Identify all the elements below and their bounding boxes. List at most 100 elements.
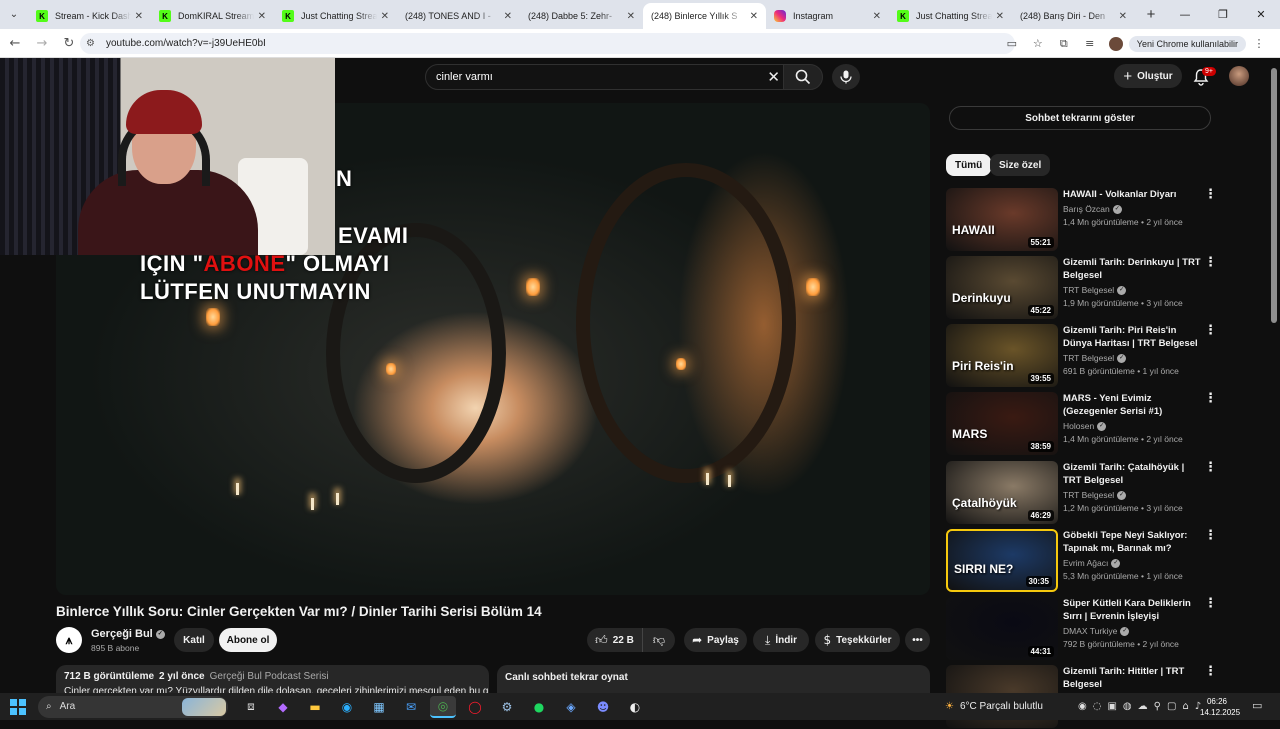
more-options-icon[interactable]: ⋮: [1204, 529, 1217, 542]
browser-tab[interactable]: K Just Chatting Stream ✕: [274, 3, 397, 29]
new-tab-button[interactable]: +: [1139, 6, 1163, 23]
network-icon[interactable]: ⌂: [1182, 701, 1188, 712]
video-thumbnail[interactable]: HAWAII 55:21: [946, 188, 1058, 251]
copilot-icon[interactable]: ◆: [270, 696, 296, 718]
cast-icon[interactable]: ▭: [999, 37, 1025, 50]
app-icon[interactable]: ◈: [558, 696, 584, 718]
video-thumbnail[interactable]: MARS 38:59: [946, 392, 1058, 455]
browser-tab[interactable]: K DomKIRAL Stream - V ✕: [151, 3, 274, 29]
channel-name-link[interactable]: Gerçeği Bul ✓: [91, 628, 165, 640]
recommended-video[interactable]: MARS 38:59 MARS - Yeni Evimiz (Gezegenler …: [946, 392, 1217, 456]
obs-icon[interactable]: ◐: [622, 696, 648, 718]
close-tab-icon[interactable]: ✕: [996, 11, 1004, 22]
thanks-button[interactable]: $ Teşekkürler: [815, 628, 900, 652]
video-thumbnail[interactable]: Çatalhöyük 46:29: [946, 461, 1058, 524]
clock[interactable]: 06:26 14.12.2025: [1200, 696, 1240, 718]
page-scrollbar[interactable]: [1271, 68, 1277, 323]
more-options-icon[interactable]: ⋮: [1204, 256, 1217, 269]
video-thumbnail[interactable]: Derinkuyu 45:22: [946, 256, 1058, 319]
recommended-video[interactable]: 44:31 Süper Kütleli Kara Deliklerin Sırrı…: [946, 597, 1217, 661]
tab-search-dropdown[interactable]: ⌄: [0, 0, 28, 29]
tray-icon[interactable]: ☁: [1138, 701, 1148, 712]
close-tab-icon[interactable]: ✕: [873, 11, 881, 22]
clear-search-icon[interactable]: ✕: [767, 68, 780, 86]
close-tab-icon[interactable]: ✕: [627, 11, 635, 22]
recommended-video[interactable]: HAWAII 55:21 HAWAII - Volkanlar Diyarı Barı…: [946, 188, 1217, 252]
close-tab-icon[interactable]: ✕: [1119, 11, 1127, 22]
bookmark-star-icon[interactable]: ☆: [1025, 37, 1051, 50]
recommended-video[interactable]: Piri Reis'in 39:55 Gizemli Tarih: Piri Rei…: [946, 324, 1217, 388]
taskbar-search[interactable]: ⌕ Ara: [38, 695, 228, 718]
tray-icon[interactable]: ◉: [1078, 701, 1087, 712]
file-explorer-icon[interactable]: ▬: [302, 696, 328, 718]
minimize-button[interactable]: —: [1166, 8, 1204, 21]
playlist-link[interactable]: Gerçeği Bul Podcast Serisi: [210, 671, 329, 682]
chrome-taskbar-icon[interactable]: ◎: [430, 695, 456, 718]
video-thumbnail[interactable]: 44:31: [946, 597, 1058, 660]
close-tab-icon[interactable]: ✕: [381, 11, 389, 22]
create-button[interactable]: + Oluştur: [1114, 64, 1182, 88]
weather-widget[interactable]: ☀ 6°C Parçalı bulutlu: [945, 693, 1043, 720]
back-button[interactable]: ←: [3, 36, 27, 51]
video-thumbnail[interactable]: Piri Reis'in 39:55: [946, 324, 1058, 387]
account-avatar[interactable]: [1229, 66, 1249, 86]
video-thumbnail[interactable]: SIRRI NE? 30:35: [946, 529, 1058, 592]
url-bar[interactable]: ⚙ youtube.com/watch?v=-j39UeHE0bI: [80, 33, 1015, 54]
notification-center-icon[interactable]: ▭: [1252, 699, 1262, 712]
close-tab-icon[interactable]: ✕: [504, 11, 512, 22]
chip-for-you[interactable]: Size özel: [990, 154, 1051, 176]
opera-icon[interactable]: ◯: [462, 696, 488, 718]
close-tab-icon[interactable]: ✕: [750, 11, 758, 22]
browser-tab[interactable]: K Stream - Kick Dashbo ✕: [28, 3, 151, 29]
store-icon[interactable]: ▦: [366, 696, 392, 718]
profile-avatar[interactable]: [1108, 36, 1123, 51]
task-view-icon[interactable]: ⧈: [238, 696, 264, 718]
close-tab-icon[interactable]: ✕: [135, 11, 143, 22]
microphone-icon[interactable]: ⚲: [1154, 701, 1161, 712]
more-options-icon[interactable]: ⋮: [1204, 597, 1217, 610]
extensions-icon[interactable]: ⧉: [1051, 37, 1077, 51]
more-options-icon[interactable]: ⋮: [1204, 665, 1217, 678]
close-tab-icon[interactable]: ✕: [258, 11, 266, 22]
steam-icon[interactable]: ⚙: [494, 696, 520, 718]
spotify-icon[interactable]: ●: [526, 696, 552, 718]
discord-icon[interactable]: ☻: [590, 696, 616, 718]
tray-icon[interactable]: ▢: [1167, 701, 1176, 712]
chip-all[interactable]: Tümü: [946, 154, 992, 176]
recommended-video[interactable]: Derinkuyu 45:22 Gizemli Tarih: Derinkuyu |…: [946, 256, 1217, 320]
more-options-icon[interactable]: ⋮: [1204, 188, 1217, 201]
recommended-video[interactable]: Çatalhöyük 46:29 Gizemli Tarih: Çatalhöyük…: [946, 461, 1217, 525]
share-button[interactable]: ➦ Paylaş: [684, 628, 747, 652]
new-chrome-available-button[interactable]: Yeni Chrome kullanılabilir: [1128, 35, 1246, 52]
dislike-button[interactable]: 👎︎: [643, 628, 675, 652]
download-button[interactable]: ⤓ İndir: [753, 628, 809, 652]
browser-tab[interactable]: (248) TONES AND I - ✕: [397, 3, 520, 29]
tray-icon[interactable]: ▣: [1107, 701, 1116, 712]
voice-search-button[interactable]: [832, 64, 860, 90]
search-button[interactable]: [783, 64, 823, 90]
forward-button[interactable]: →: [30, 36, 54, 51]
like-button[interactable]: 👍︎ 22 B: [587, 628, 643, 652]
search-input[interactable]: cinler varmı ✕: [425, 64, 787, 90]
close-window-button[interactable]: ✕: [1242, 8, 1280, 21]
browser-tab[interactable]: Instagram ✕: [766, 3, 889, 29]
more-actions-button[interactable]: •••: [905, 628, 930, 652]
more-options-icon[interactable]: ⋮: [1204, 392, 1217, 405]
site-info-icon[interactable]: ⚙: [86, 38, 102, 49]
browser-tab[interactable]: (248) Barış Diri - Den ✕: [1012, 3, 1135, 29]
chrome-menu-icon[interactable]: ⋮: [1246, 37, 1272, 50]
tray-icon[interactable]: ◍: [1123, 701, 1132, 712]
more-options-icon[interactable]: ⋮: [1204, 461, 1217, 474]
edge-icon[interactable]: ◉: [334, 696, 360, 718]
browser-tab[interactable]: (248) Dabbe 5: Zehr- ✕: [520, 3, 643, 29]
restore-button[interactable]: ❐: [1204, 8, 1242, 21]
join-button[interactable]: Katıl: [174, 628, 214, 652]
more-options-icon[interactable]: ⋮: [1204, 324, 1217, 337]
browser-tab[interactable]: (248) Binlerce Yıllık S ✕: [643, 3, 766, 29]
tray-icon[interactable]: ◌: [1093, 701, 1102, 712]
media-controls-icon[interactable]: ≡: [1077, 37, 1103, 50]
windows-start-icon[interactable]: [10, 698, 26, 715]
channel-avatar[interactable]: ⩚: [56, 627, 82, 653]
browser-tab[interactable]: K Just Chatting Stream ✕: [889, 3, 1012, 29]
subscribe-button[interactable]: Abone ol: [219, 628, 277, 652]
